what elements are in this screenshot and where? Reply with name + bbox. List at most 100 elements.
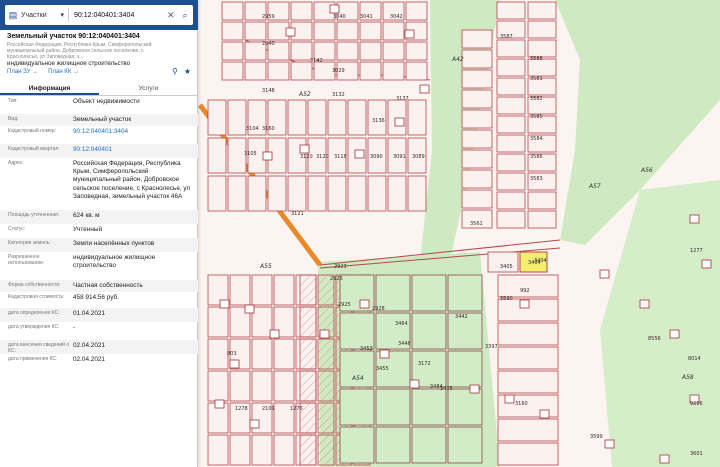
land-plot[interactable] (339, 426, 375, 464)
land-plot[interactable] (267, 61, 290, 81)
land-plot[interactable] (461, 29, 493, 49)
search-icon[interactable]: ⚲ (172, 67, 178, 76)
land-plot[interactable] (307, 175, 327, 212)
land-plot[interactable] (339, 312, 375, 350)
land-plot[interactable] (496, 96, 526, 115)
land-plot[interactable] (207, 338, 229, 370)
land-plot[interactable] (461, 109, 493, 129)
land-plot[interactable] (447, 388, 483, 426)
land-plot[interactable] (359, 41, 382, 61)
tab-information[interactable]: Информация (0, 82, 99, 95)
land-plot[interactable] (267, 175, 287, 212)
land-plot[interactable] (411, 426, 447, 464)
land-plot[interactable] (367, 175, 387, 212)
land-plot[interactable] (207, 175, 227, 212)
land-plot[interactable] (497, 322, 559, 346)
land-plot[interactable] (461, 69, 493, 89)
land-plot[interactable] (527, 20, 557, 39)
search-icon[interactable]: ⌕ (177, 10, 193, 21)
land-plot[interactable] (221, 1, 244, 21)
property-value[interactable]: 90:12:040401:3404 (73, 128, 193, 136)
land-plot[interactable] (375, 388, 411, 426)
land-plot[interactable] (273, 434, 295, 466)
land-plot[interactable] (287, 175, 307, 212)
land-plot[interactable] (251, 338, 273, 370)
property-value[interactable]: 90:12:040401 (73, 146, 193, 154)
land-plot[interactable] (496, 58, 526, 77)
land-plot[interactable] (359, 21, 382, 41)
land-plot[interactable] (497, 346, 559, 370)
land-plot[interactable] (382, 61, 405, 81)
land-plot[interactable] (247, 175, 267, 212)
land-plot[interactable] (527, 191, 557, 210)
land-plot[interactable] (307, 99, 327, 136)
land-plot[interactable] (273, 338, 295, 370)
land-plot[interactable] (229, 370, 251, 402)
land-plot[interactable] (221, 41, 244, 61)
land-plot[interactable] (447, 426, 483, 464)
land-plot[interactable] (287, 99, 307, 136)
land-plot[interactable] (496, 39, 526, 58)
land-plot[interactable] (290, 61, 313, 81)
land-plot[interactable] (290, 1, 313, 21)
land-plot[interactable] (317, 338, 335, 370)
land-plot[interactable] (461, 89, 493, 109)
land-plot[interactable] (497, 418, 559, 442)
land-plot[interactable] (461, 189, 493, 209)
land-plot[interactable] (339, 388, 375, 426)
search-box[interactable]: ▤ Участки ▾ 90:12:040401:3404 ✕ ⌕ (5, 5, 193, 25)
land-plot[interactable] (299, 370, 317, 402)
plan-zu-link[interactable]: План ЗУ → (7, 69, 38, 75)
land-plot[interactable] (299, 434, 317, 466)
land-plot[interactable] (251, 370, 273, 402)
land-plot[interactable] (336, 41, 359, 61)
land-plot[interactable] (496, 210, 526, 229)
land-plot[interactable] (317, 434, 335, 466)
land-plot[interactable] (375, 426, 411, 464)
land-plot[interactable] (207, 99, 227, 136)
land-plot[interactable] (299, 274, 317, 306)
land-plot[interactable] (447, 350, 483, 388)
land-plot[interactable] (359, 61, 382, 81)
land-plot[interactable] (229, 274, 251, 306)
land-plot[interactable] (347, 175, 367, 212)
land-plot[interactable] (299, 338, 317, 370)
land-plot[interactable] (221, 21, 244, 41)
land-plot[interactable] (251, 306, 273, 338)
land-plot[interactable] (527, 1, 557, 20)
land-plot[interactable] (244, 21, 267, 41)
land-plot[interactable] (405, 41, 428, 61)
land-plot[interactable] (227, 99, 247, 136)
land-plot[interactable] (407, 175, 427, 212)
land-plot[interactable] (299, 306, 317, 338)
land-plot[interactable] (382, 21, 405, 41)
land-plot[interactable] (273, 274, 295, 306)
clear-icon[interactable]: ✕ (167, 10, 177, 21)
land-plot[interactable] (405, 61, 428, 81)
land-plot[interactable] (496, 172, 526, 191)
land-plot[interactable] (327, 175, 347, 212)
plan-kk-link[interactable]: План КК → (48, 69, 79, 75)
land-plot[interactable] (461, 149, 493, 169)
land-plot[interactable] (251, 434, 273, 466)
land-plot[interactable] (461, 169, 493, 189)
land-plot[interactable] (496, 77, 526, 96)
land-plot[interactable] (387, 175, 407, 212)
land-plot[interactable] (336, 21, 359, 41)
land-plot[interactable] (497, 370, 559, 394)
tab-services[interactable]: Услуги (99, 82, 198, 95)
land-plot[interactable] (496, 1, 526, 20)
land-plot[interactable] (273, 370, 295, 402)
land-plot[interactable] (496, 191, 526, 210)
land-plot[interactable] (207, 434, 229, 466)
land-plot[interactable] (244, 61, 267, 81)
land-plot[interactable] (411, 312, 447, 350)
land-plot[interactable] (347, 99, 367, 136)
search-input[interactable]: 90:12:040401:3404 (69, 12, 167, 19)
land-plot[interactable] (497, 442, 559, 466)
land-plot[interactable] (411, 274, 447, 312)
land-plot[interactable] (447, 274, 483, 312)
land-plot[interactable] (207, 370, 229, 402)
land-plot[interactable] (317, 402, 335, 434)
land-plot[interactable] (407, 99, 427, 136)
